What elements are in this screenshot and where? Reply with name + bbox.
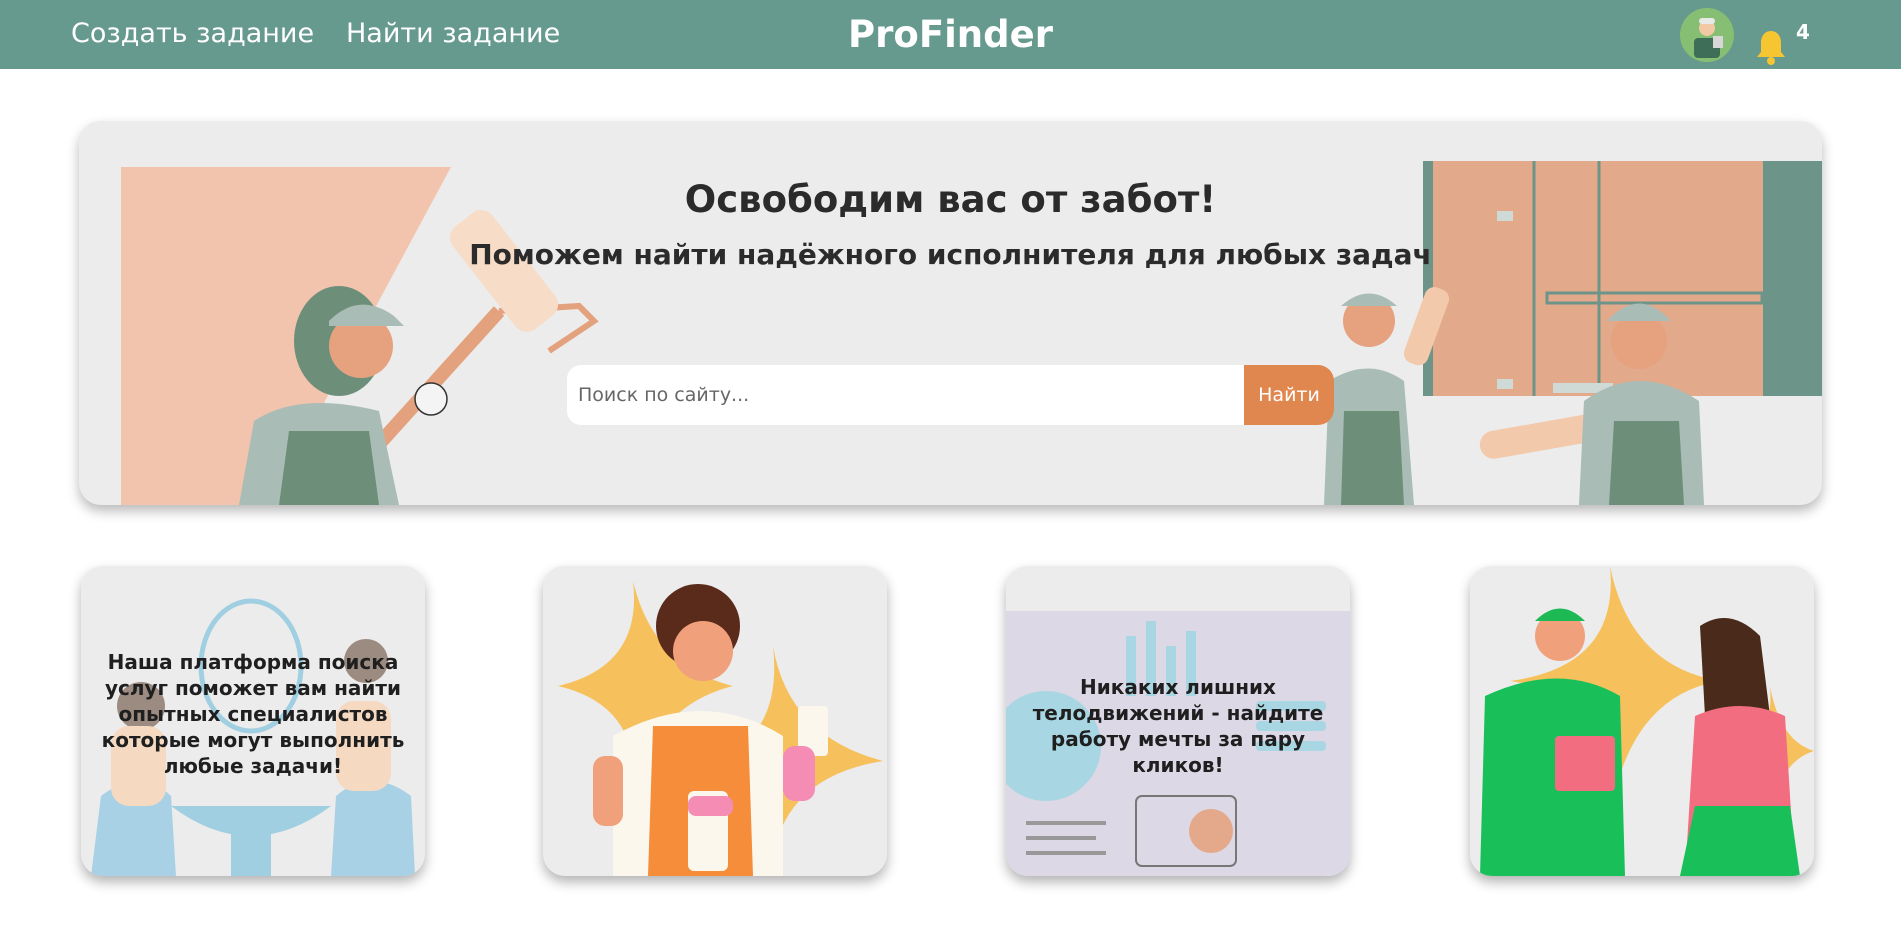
site-search-input[interactable]: [567, 365, 1244, 425]
search-button[interactable]: Найти: [1244, 365, 1334, 425]
feature-card-3: Никаких лишних телодвижений - найдите ра…: [1006, 566, 1350, 876]
card-3-text: Никаких лишних телодвижений - найдите ра…: [1032, 675, 1324, 777]
user-avatar-icon[interactable]: [1680, 8, 1734, 62]
create-task-link[interactable]: Создать задание: [71, 18, 314, 49]
hero-subtitle: Поможем найти надёжного исполнителя для …: [469, 238, 1432, 271]
card-4-illustration: [1480, 566, 1814, 876]
find-task-link[interactable]: Найти задание: [346, 18, 560, 49]
card-1-text: Наша платформа поиска услуг поможет вам …: [101, 650, 405, 778]
feature-card-4: [1470, 566, 1814, 876]
card-2-illustration: [558, 581, 883, 876]
feature-card-1: Наша платформа поиска услуг поможет вам …: [81, 566, 425, 876]
hero-banner: Освободим вас от забот! Поможем найти на…: [79, 121, 1822, 505]
notification-count-badge: 4: [1796, 20, 1810, 44]
bell-icon[interactable]: [1754, 28, 1788, 66]
feature-card-2: [543, 566, 887, 876]
top-navbar: Создать задание Найти задание ProFinder …: [0, 0, 1901, 69]
hero-title: Освободим вас от забот!: [684, 178, 1217, 221]
